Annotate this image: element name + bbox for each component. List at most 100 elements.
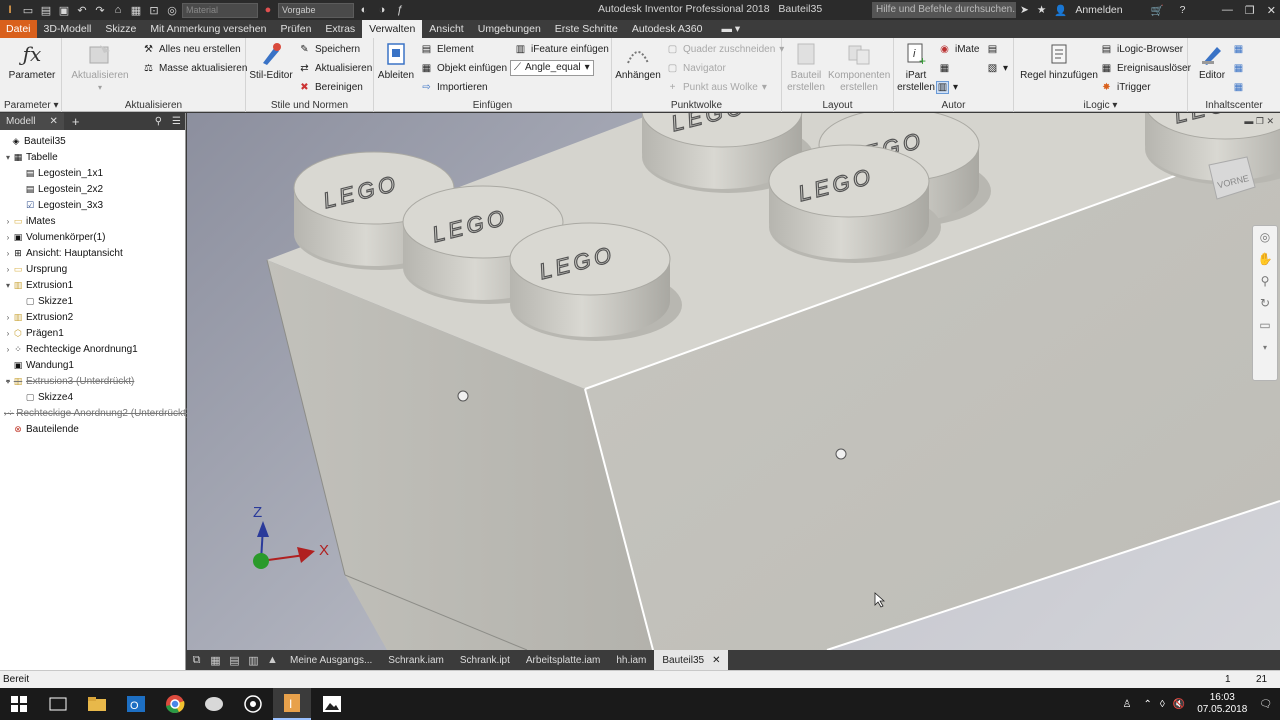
attach-button[interactable]: Anhängen bbox=[614, 40, 662, 82]
tree-node[interactable]: › ⁘ Rechteckige Anordnung2 (Unterdrückt) bbox=[0, 405, 189, 421]
redo-icon[interactable]: ↷ bbox=[92, 2, 108, 18]
minimize-icon[interactable]: — bbox=[1222, 4, 1233, 16]
signin-button[interactable]: Anmelden bbox=[1075, 4, 1122, 16]
tab-sketch[interactable]: Skizze bbox=[98, 20, 143, 38]
author-tool-4[interactable]: ▧ ▾ bbox=[986, 60, 1008, 77]
styles-update-button[interactable]: ⇄ Aktualisieren bbox=[298, 60, 372, 77]
insert-object-button[interactable]: ▦ Objekt einfügen bbox=[420, 60, 507, 77]
collapsed-chevron-icon[interactable]: › bbox=[4, 265, 12, 274]
tile-icon[interactable]: ⧉ bbox=[187, 654, 206, 667]
insert-ifeature-button[interactable]: ▥ iFeature einfügen bbox=[514, 41, 609, 58]
collapsed-chevron-icon[interactable]: › bbox=[4, 233, 12, 242]
tree-node[interactable]: ▾ ▥ Extrusion1 bbox=[0, 277, 185, 293]
tree-node[interactable]: ▾ ▥ Extrusion3 (Unterdrückt) bbox=[0, 373, 185, 389]
doc-tab-active[interactable]: Bauteil35 ✕ bbox=[654, 650, 729, 670]
ipart-button[interactable]: i + iPart erstellen bbox=[896, 40, 936, 94]
crop-box-button[interactable]: ▢ Quader zuschneiden ▾ bbox=[666, 41, 785, 58]
expanded-chevron-icon[interactable]: ▾ bbox=[4, 377, 12, 386]
tab-get-started[interactable]: Erste Schritte bbox=[548, 20, 625, 38]
element-button[interactable]: ▤ Element bbox=[420, 41, 474, 58]
navigator-button[interactable]: ▢ Navigator bbox=[666, 60, 726, 77]
derive-button[interactable]: Ableiten bbox=[376, 40, 416, 82]
add-rule-button[interactable]: Regel hinzufügen bbox=[1018, 40, 1100, 82]
tab-environments[interactable]: Umgebungen bbox=[471, 20, 548, 38]
tree-node[interactable]: ▤ Legostein_2x2 bbox=[0, 181, 185, 197]
photos-icon[interactable] bbox=[313, 688, 351, 720]
menu-icon[interactable]: ☰ bbox=[172, 116, 181, 127]
ribbon-options-icon[interactable]: ▬ ▾ bbox=[709, 20, 747, 38]
update-qat-icon[interactable]: ▦ bbox=[128, 2, 144, 18]
action-center-icon[interactable]: 🗨 bbox=[1259, 699, 1272, 710]
browser-tab-model[interactable]: Modell ✕ bbox=[0, 113, 64, 130]
collapsed-chevron-icon[interactable]: › bbox=[4, 249, 12, 258]
tree-node[interactable]: › ▣ Volumenkörper(1) bbox=[0, 229, 185, 245]
editor-button[interactable]: Editor bbox=[1192, 40, 1232, 82]
tree-node[interactable]: ☑ Legostein_3x3 bbox=[0, 197, 185, 213]
tab-file[interactable]: Datei bbox=[0, 20, 37, 38]
collapsed-chevron-icon[interactable]: › bbox=[4, 345, 12, 354]
inventor-taskbar-icon[interactable]: I bbox=[273, 688, 311, 720]
imate-button[interactable]: ◉ iMate bbox=[938, 41, 979, 58]
file-explorer-icon[interactable] bbox=[78, 688, 116, 720]
tree-node[interactable]: ▾ ▦ Tabelle bbox=[0, 149, 185, 165]
panel-title-ilogic[interactable]: iLogic ▾ bbox=[1014, 100, 1187, 111]
rebuild-all-button[interactable]: ⚒ Alles neu erstellen bbox=[142, 41, 241, 58]
save-icon[interactable]: ▣ bbox=[56, 2, 72, 18]
author-tool-2[interactable]: ▥ ▾ bbox=[936, 79, 958, 96]
material-combo[interactable]: Material bbox=[182, 2, 258, 18]
content-tool-3[interactable]: ▦ bbox=[1232, 79, 1245, 96]
tabs-menu-icon[interactable]: ▲ bbox=[263, 654, 282, 666]
collapsed-chevron-icon[interactable]: › bbox=[4, 329, 12, 338]
steering-wheel-icon[interactable]: ◎ bbox=[1253, 226, 1277, 248]
help-search-input[interactable]: Hilfe und Befehle durchsuchen... bbox=[872, 2, 1016, 18]
event-trigger-button[interactable]: ▦ Ereignisauslöser bbox=[1100, 60, 1191, 77]
content-tool-2[interactable]: ▦ bbox=[1232, 60, 1245, 77]
start-icon[interactable] bbox=[0, 688, 38, 720]
doc-tab-hh[interactable]: hh.iam bbox=[608, 650, 654, 670]
parameter-button[interactable]: ƒx Parameter bbox=[6, 40, 58, 82]
tree-node[interactable]: ⊗ Bauteilende bbox=[0, 421, 185, 437]
app-menu-icon[interactable]: I bbox=[2, 2, 18, 18]
adjust-icon[interactable]: ◑ bbox=[374, 2, 390, 18]
home-icon[interactable]: ⌂ bbox=[110, 2, 126, 18]
add-browser-icon[interactable]: + bbox=[72, 114, 80, 129]
look-at-icon[interactable]: ▭ bbox=[1253, 314, 1277, 336]
create-part-button[interactable]: Bauteil erstellen bbox=[786, 40, 826, 94]
tray-chevron-icon[interactable]: ⌃ bbox=[1143, 699, 1151, 710]
doc-tab-schrank-ipt[interactable]: Schrank.ipt bbox=[452, 650, 518, 670]
tab-a360[interactable]: Autodesk A360 bbox=[625, 20, 710, 38]
app-icon-6[interactable] bbox=[234, 688, 272, 720]
tree-node[interactable]: › ⬡ Prägen1 bbox=[0, 325, 185, 341]
tab-3d-model[interactable]: 3D-Modell bbox=[37, 20, 99, 38]
appearance-combo[interactable]: Vorgabe bbox=[278, 2, 354, 18]
tab-view[interactable]: Ansicht bbox=[422, 20, 470, 38]
fx-icon[interactable]: ƒ bbox=[392, 2, 408, 18]
update-button[interactable]: Aktualisieren ▾ bbox=[70, 40, 130, 94]
tree-node[interactable]: ▢ Skizze1 bbox=[0, 293, 185, 309]
tree-node[interactable]: ▢ Skizze4 bbox=[0, 389, 185, 405]
tree-node[interactable]: › ▭ iMates bbox=[0, 213, 185, 229]
undo-icon[interactable]: ↶ bbox=[74, 2, 90, 18]
import-button[interactable]: ⇨ Importieren bbox=[420, 79, 487, 96]
tree-node[interactable]: › ▥ Extrusion2 bbox=[0, 309, 185, 325]
open-icon[interactable]: ▤ bbox=[38, 2, 54, 18]
tree-node[interactable]: › ▭ Ursprung bbox=[0, 261, 185, 277]
tab-annotate[interactable]: Mit Anmerkung versehen bbox=[143, 20, 273, 38]
restore-icon[interactable]: ❐ bbox=[1245, 4, 1255, 17]
tree-node[interactable]: › ⊞ Ansicht: Hauptansicht bbox=[0, 245, 185, 261]
close-icon[interactable]: ✕ bbox=[712, 655, 720, 666]
expanded-chevron-icon[interactable]: ▾ bbox=[4, 153, 12, 162]
angle-combo[interactable]: ⟋ Angle_equal ▾ bbox=[510, 59, 594, 76]
measure-icon[interactable]: ◎ bbox=[164, 2, 180, 18]
pan-icon[interactable]: ✋ bbox=[1253, 248, 1277, 270]
content-tool-1[interactable]: ▦ bbox=[1232, 41, 1245, 58]
itrigger-button[interactable]: ✸ iTrigger bbox=[1100, 79, 1150, 96]
cart-icon[interactable]: 🛒 bbox=[1151, 4, 1164, 17]
author-tool-1[interactable]: ▦ bbox=[938, 60, 951, 77]
update-mass-button[interactable]: ⚖ Masse aktualisieren bbox=[142, 60, 247, 77]
doc-tab-arbeitsplatte[interactable]: Arbeitsplatte.iam bbox=[518, 650, 608, 670]
collapsed-chevron-icon[interactable]: › bbox=[4, 313, 12, 322]
people-icon[interactable]: ♙ bbox=[1122, 699, 1131, 710]
volume-icon[interactable]: 🔇 bbox=[1173, 699, 1185, 710]
search-arrow-icon[interactable]: ➤ bbox=[1020, 4, 1029, 16]
